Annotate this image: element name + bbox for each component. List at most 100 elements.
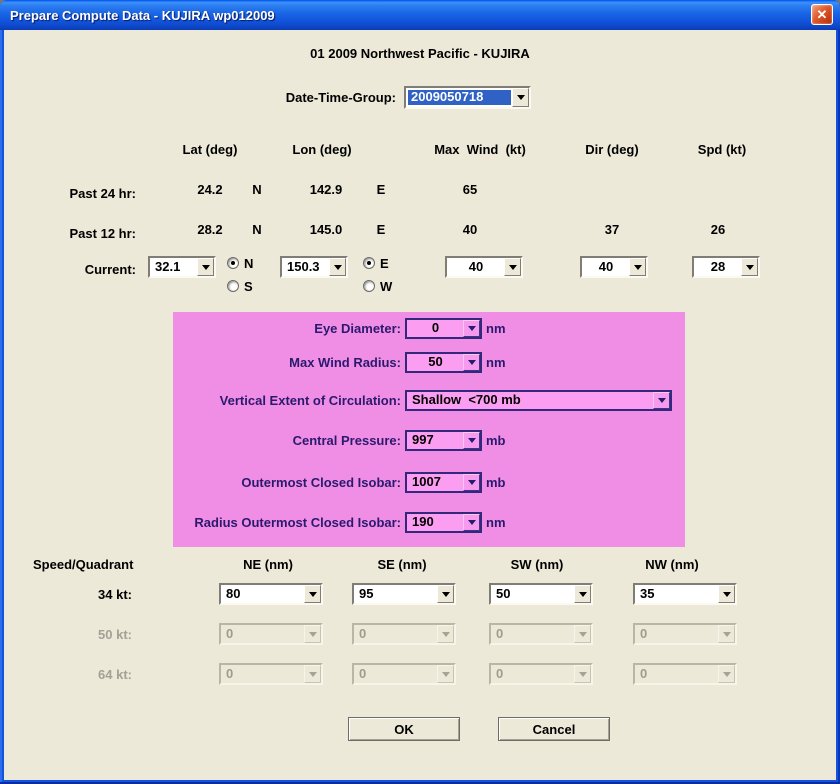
quad-50kt-nw-value: 0 — [637, 625, 717, 643]
dropdown-arrow — [718, 625, 735, 643]
central-pressure-value: 997 — [409, 432, 462, 449]
quad-34kt-se-value: 95 — [356, 585, 436, 603]
current-spd-combobox[interactable]: 28 — [692, 256, 760, 278]
radio-north[interactable] — [227, 257, 239, 269]
dropdown-arrow[interactable] — [463, 474, 480, 491]
quad-34kt-ne-combobox[interactable]: 80 — [219, 583, 323, 605]
dropdown-arrow[interactable] — [718, 585, 735, 603]
down-arrow-icon — [468, 480, 476, 485]
dropdown-arrow[interactable] — [437, 585, 454, 603]
quad-header-nw: NW (nm) — [622, 558, 722, 572]
quad-64kt-ne-combobox: 0 — [219, 663, 323, 685]
past12-dir: 37 — [562, 223, 662, 237]
quad-64kt-nw-combobox: 0 — [633, 663, 737, 685]
current-lat-value: 32.1 — [152, 258, 196, 276]
storm-title: 01 2009 Northwest Pacific - KUJIRA — [0, 47, 840, 61]
central-pressure-combobox[interactable]: 997 — [405, 430, 482, 451]
down-arrow-icon — [442, 592, 450, 597]
dropdown-arrow[interactable] — [741, 258, 758, 276]
radio-east[interactable] — [363, 257, 375, 269]
quad-50kt-ne-combobox: 0 — [219, 623, 323, 645]
quad-50kt-nw-combobox: 0 — [633, 623, 737, 645]
down-arrow-icon — [658, 398, 666, 403]
down-arrow-icon — [509, 265, 517, 270]
window-title: Prepare Compute Data - KUJIRA wp012009 — [10, 0, 275, 30]
quad-50kt-se-combobox: 0 — [352, 623, 456, 645]
dropdown-arrow[interactable] — [463, 514, 480, 531]
dropdown-arrow[interactable] — [463, 354, 480, 371]
col-header-max-wind: Max Wind (kt) — [415, 143, 545, 157]
dropdown-arrow[interactable] — [512, 88, 529, 107]
radio-west[interactable] — [363, 280, 375, 292]
dropdown-arrow[interactable] — [463, 432, 480, 449]
dtg-combobox[interactable]: 2009050718 — [404, 86, 531, 109]
radius-outermost-isobar-value: 190 — [409, 514, 462, 531]
quad-34kt-nw-combobox[interactable]: 35 — [633, 583, 737, 605]
dropdown-arrow — [304, 665, 321, 683]
eye-diameter-value: 0 — [409, 320, 462, 337]
dropdown-arrow[interactable] — [629, 258, 646, 276]
dropdown-arrow[interactable] — [304, 585, 321, 603]
quad-34kt-se-combobox[interactable]: 95 — [352, 583, 456, 605]
central-pressure-unit: mb — [486, 434, 506, 448]
vertical-extent-combobox[interactable]: Shallow <700 mb — [405, 390, 672, 411]
dropdown-arrow[interactable] — [504, 258, 521, 276]
radio-south[interactable] — [227, 280, 239, 292]
quad-64kt-se-value: 0 — [356, 665, 436, 683]
dialog-window: Prepare Compute Data - KUJIRA wp012009 ✕… — [0, 0, 840, 784]
title-bar: Prepare Compute Data - KUJIRA wp012009 ✕ — [0, 0, 840, 30]
past24-max-wind: 65 — [420, 183, 520, 197]
current-max-wind-combobox[interactable]: 40 — [445, 256, 523, 278]
dtg-label: Date-Time-Group: — [200, 91, 396, 105]
dropdown-arrow[interactable] — [653, 392, 670, 409]
ok-button[interactable]: OK — [348, 717, 460, 741]
quad-34kt-nw-value: 35 — [637, 585, 717, 603]
dropdown-arrow[interactable] — [463, 320, 480, 337]
down-arrow-icon — [579, 672, 587, 677]
row-64kt-label: 64 kt: — [40, 668, 132, 682]
down-arrow-icon — [309, 632, 317, 637]
eye-diameter-combobox[interactable]: 0 — [405, 318, 482, 339]
outermost-isobar-unit: mb — [486, 476, 506, 490]
dropdown-arrow[interactable] — [329, 258, 346, 276]
quad-header-ne: NE (nm) — [218, 558, 318, 572]
down-arrow-icon — [579, 592, 587, 597]
down-arrow-icon — [468, 326, 476, 331]
dropdown-arrow — [574, 665, 591, 683]
dropdown-arrow — [574, 625, 591, 643]
quad-64kt-sw-combobox: 0 — [489, 663, 593, 685]
dropdown-arrow — [304, 625, 321, 643]
quad-34kt-sw-combobox[interactable]: 50 — [489, 583, 593, 605]
radius-outermost-isobar-combobox[interactable]: 190 — [405, 512, 482, 533]
max-wind-radius-value: 50 — [409, 354, 462, 371]
dtg-value: 2009050718 — [408, 90, 511, 105]
quad-50kt-sw-value: 0 — [493, 625, 573, 643]
past24-lat-hem: N — [237, 183, 277, 197]
down-arrow-icon — [723, 672, 731, 677]
current-max-wind-value: 40 — [449, 258, 503, 276]
close-button[interactable]: ✕ — [811, 4, 833, 25]
down-arrow-icon — [309, 592, 317, 597]
outermost-isobar-combobox[interactable]: 1007 — [405, 472, 482, 493]
cancel-button[interactable]: Cancel — [498, 717, 610, 741]
dropdown-arrow[interactable] — [197, 258, 214, 276]
current-dir-combobox[interactable]: 40 — [580, 256, 648, 278]
dropdown-arrow — [437, 625, 454, 643]
down-arrow-icon — [634, 265, 642, 270]
dropdown-arrow[interactable] — [574, 585, 591, 603]
current-lat-combobox[interactable]: 32.1 — [148, 256, 216, 278]
quad-64kt-se-combobox: 0 — [352, 663, 456, 685]
quad-header-se: SE (nm) — [352, 558, 452, 572]
max-wind-radius-combobox[interactable]: 50 — [405, 352, 482, 373]
past12-spd: 26 — [668, 223, 768, 237]
radio-east-label: E — [380, 257, 389, 271]
col-header-dir: Dir (deg) — [562, 143, 662, 157]
quad-50kt-ne-value: 0 — [223, 625, 303, 643]
current-spd-value: 28 — [696, 258, 740, 276]
current-label: Current: — [30, 263, 136, 277]
current-lon-combobox[interactable]: 150.3 — [280, 256, 348, 278]
past12-lat-hem: N — [237, 223, 277, 237]
quad-50kt-sw-combobox: 0 — [489, 623, 593, 645]
quad-50kt-se-value: 0 — [356, 625, 436, 643]
dropdown-arrow — [718, 665, 735, 683]
